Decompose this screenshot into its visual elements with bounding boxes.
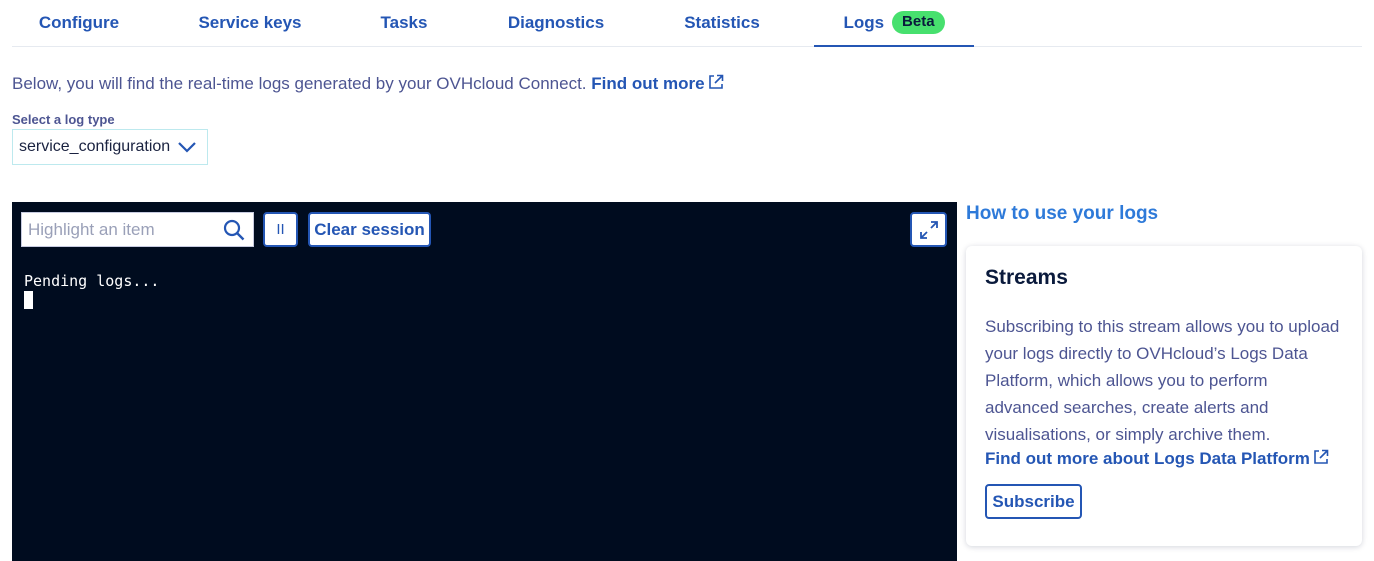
tab-diagnostics[interactable]: Diagnostics — [490, 0, 622, 46]
tab-label: Logs — [843, 12, 885, 32]
log-type-select[interactable]: service_configuration — [12, 129, 208, 165]
pause-button[interactable]: II — [263, 212, 298, 247]
tab-bar: Configure Service keys Tasks Diagnostics… — [12, 0, 1362, 47]
tab-configure[interactable]: Configure — [12, 0, 146, 46]
beta-badge: Beta — [892, 11, 945, 34]
intro-description: Below, you will find the real-time logs … — [12, 74, 587, 93]
how-to-use-logs-link[interactable]: How to use your logs — [966, 203, 1158, 225]
highlight-search-box — [21, 212, 254, 247]
tab-label: Statistics — [684, 13, 760, 32]
tab-label: Service keys — [198, 13, 302, 32]
intro-text: Below, you will find the real-time logs … — [12, 74, 724, 94]
tab-logs[interactable]: Logs Beta — [814, 0, 974, 47]
external-link-icon — [1314, 449, 1329, 464]
log-status-text: Pending logs... — [24, 272, 160, 290]
logs-data-platform-link[interactable]: Find out more about Logs Data Platform — [985, 449, 1329, 469]
subscribe-button[interactable]: Subscribe — [985, 484, 1082, 519]
terminal-cursor — [24, 291, 33, 309]
log-type-value: service_configuration — [19, 138, 171, 155]
find-out-more-link[interactable]: Find out more — [591, 74, 723, 93]
tab-label: Tasks — [380, 13, 428, 32]
clear-session-button[interactable]: Clear session — [308, 212, 431, 247]
tab-tasks[interactable]: Tasks — [354, 0, 454, 46]
fullscreen-button[interactable] — [910, 212, 947, 247]
pause-icon: II — [276, 221, 285, 238]
tab-service-keys[interactable]: Service keys — [182, 0, 318, 46]
tab-statistics[interactable]: Statistics — [658, 0, 786, 46]
streams-card: Streams Subscribing to this stream allow… — [966, 246, 1362, 546]
clear-session-label: Clear session — [314, 219, 425, 239]
external-link-icon — [708, 74, 723, 89]
search-icon[interactable] — [223, 219, 245, 241]
highlight-input[interactable] — [22, 219, 217, 240]
tab-label: Configure — [38, 13, 120, 32]
log-type-label: Select a log type — [12, 112, 115, 127]
streams-title: Streams — [985, 266, 1068, 289]
logs-data-platform-label: Find out more about Logs Data Platform — [985, 449, 1310, 468]
log-terminal: II Clear session Pending logs... — [12, 202, 957, 561]
tab-label: Diagnostics — [507, 13, 605, 32]
expand-icon — [919, 220, 938, 239]
find-out-more-label: Find out more — [591, 74, 705, 93]
streams-description: Subscribing to this stream allows you to… — [985, 317, 1340, 444]
chevron-down-icon — [178, 142, 196, 153]
